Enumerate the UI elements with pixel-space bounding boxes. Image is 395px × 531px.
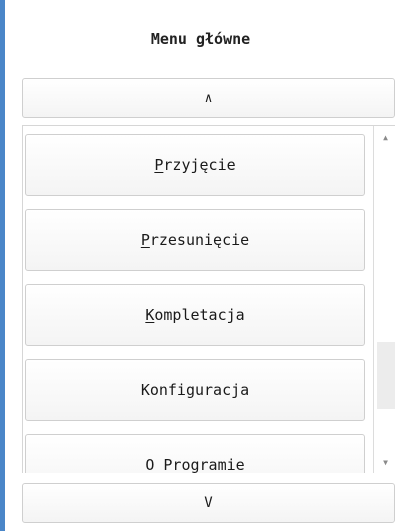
menu-item-label: Przyjęcie — [154, 156, 236, 174]
menu-item-label: O Programie — [145, 456, 245, 473]
scroll-arrow-down-icon[interactable]: ▼ — [374, 458, 395, 467]
menu-item-label: Kompletacja — [145, 306, 245, 324]
scroll-down-label: V — [204, 495, 213, 511]
scrollbar[interactable]: ▲ ▼ — [373, 126, 395, 473]
menu-item-przyjecie[interactable]: Przyjęcie — [25, 134, 365, 196]
page-title: Menu główne — [150, 30, 251, 48]
menu-list: Przyjęcie Przesunięcie Kompletacja Konfigur… — [22, 125, 395, 473]
hotkey-letter: P — [154, 156, 164, 174]
menu-item-przesuniecie[interactable]: Przesunięcie — [25, 209, 365, 271]
scroll-up-label: ∧ — [204, 90, 213, 106]
menu-item-label: Konfiguracja — [140, 381, 250, 399]
hotkey-letter: K — [145, 306, 155, 324]
menu-item-label: Przesunięcie — [140, 231, 250, 249]
menu-item-kompletacja[interactable]: Kompletacja — [25, 284, 365, 346]
scrollbar-track[interactable] — [374, 148, 395, 451]
menu-item-konfiguracja[interactable]: Konfiguracja — [25, 359, 365, 421]
window-edge — [0, 0, 5, 531]
scrollbar-thumb[interactable] — [377, 342, 395, 409]
menu-item-o-programie[interactable]: O Programie — [25, 434, 365, 473]
hotkey-letter: P — [140, 231, 150, 249]
scroll-up-button[interactable]: ∧ — [22, 78, 395, 118]
scroll-down-button[interactable]: V — [22, 483, 395, 523]
scroll-arrow-up-icon[interactable]: ▲ — [374, 133, 395, 142]
